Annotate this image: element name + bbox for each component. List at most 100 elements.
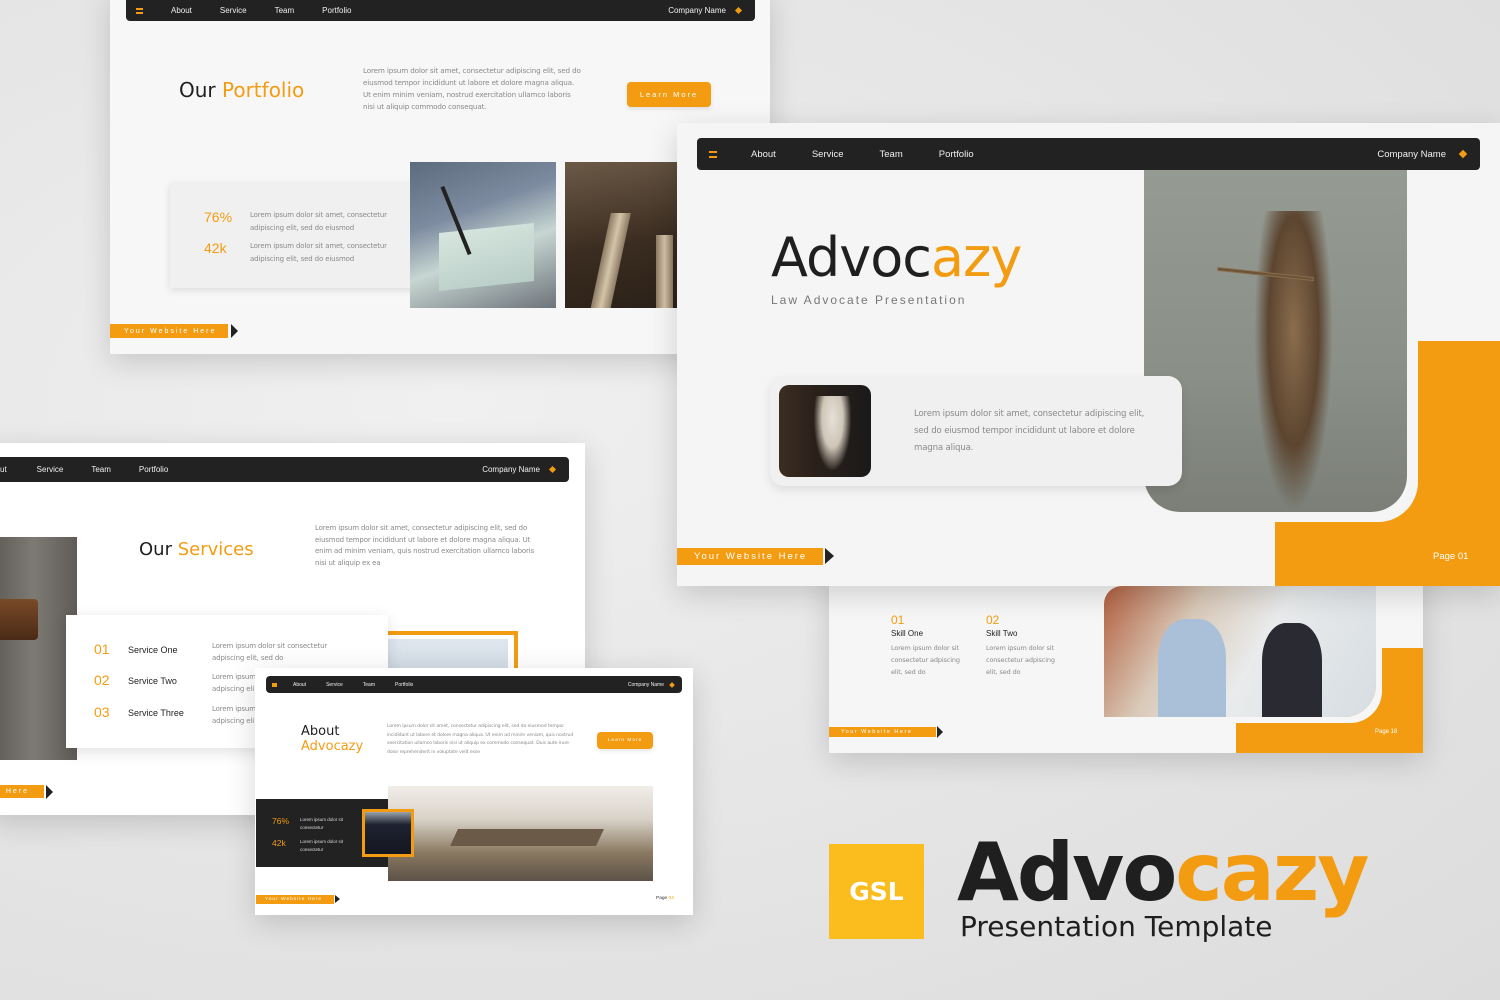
skill-item: 01 Skill One Lorem ipsum dolor sit conse…: [891, 613, 971, 678]
website-tag[interactable]: Your Website Here: [110, 324, 228, 338]
page-number: Page 01: [1433, 551, 1469, 562]
website-tag[interactable]: e Here: [0, 785, 44, 798]
arrow-icon: [231, 324, 238, 338]
arrow-icon: [937, 726, 943, 738]
page-number: Page 18: [1375, 729, 1398, 735]
nav-portfolio[interactable]: Portfolio: [395, 682, 413, 688]
stats-card: 76% Lorem ipsum dolor sit amet, consecte…: [170, 183, 428, 288]
portfolio-body: Lorem ipsum dolor sit amet, consectetur …: [363, 66, 581, 111]
nav-team[interactable]: Team: [880, 149, 903, 160]
service-row: 03 Service Three Lorem ipsum adpiscing e…: [94, 704, 262, 727]
skill-name: Skill One: [891, 629, 924, 638]
services-title: Our Services: [139, 539, 254, 560]
nav-service[interactable]: Service: [326, 682, 343, 688]
nav-about[interactable]: About: [751, 149, 776, 160]
arrow-icon: [825, 548, 834, 564]
skill-text: Lorem ipsum dolor sit consectetur adpisc…: [986, 644, 1055, 677]
website-tag[interactable]: Your Website Here: [256, 895, 334, 904]
nav-portfolio[interactable]: Portfolio: [939, 149, 974, 160]
high-five-photo: [1104, 586, 1376, 717]
diamond-icon: [669, 681, 675, 688]
stat-row: 76% Lorem ipsum dolor sit amet, consecte…: [204, 209, 400, 236]
service-number: 01: [94, 641, 110, 657]
company-name: Company Name: [1377, 148, 1446, 160]
skill-number: 01: [891, 613, 905, 627]
gsl-label: GSL: [849, 877, 904, 906]
diamond-icon: [734, 6, 743, 15]
navbar: About Service Team Portfolio Company Nam…: [266, 676, 682, 693]
service-row: 01 Service One Lorem ipsum dolor sit con…: [94, 641, 337, 664]
brand-title: Advocazy: [957, 826, 1369, 919]
page-number: Page 04: [656, 896, 674, 901]
intro-text: Lorem ipsum dolor sit amet, consectetur …: [914, 409, 1145, 453]
service-number: 03: [94, 704, 110, 720]
nav-team[interactable]: Team: [363, 682, 375, 688]
nav-service[interactable]: Service: [220, 6, 247, 15]
skill-item: 02 Skill Two Lorem ipsum dolor sit conse…: [986, 613, 1066, 678]
lady-justice-photo: [1144, 170, 1407, 512]
diamond-icon: [548, 465, 557, 474]
skill-name: Skill Two: [986, 629, 1018, 638]
slide-skills: 01 Skill One Lorem ipsum dolor sit conse…: [829, 560, 1423, 753]
hamburger-icon[interactable]: [709, 150, 717, 158]
arrow-icon: [46, 785, 53, 799]
service-name: Service One: [128, 645, 178, 655]
nav-portfolio[interactable]: Portfolio: [322, 6, 351, 15]
stat-value: 76%: [204, 209, 233, 225]
nav-about[interactable]: About: [171, 6, 192, 15]
nav-about[interactable]: ut: [0, 465, 7, 474]
cover-title: Advocazy: [771, 226, 1022, 289]
nav-team[interactable]: Team: [275, 6, 295, 15]
about-body: Lorem ipsum dolor sit amet, consectetur …: [387, 724, 574, 756]
gsl-badge: GSL: [829, 844, 924, 939]
services-body: Lorem ipsum dolor sit amet, consectetur …: [315, 524, 535, 567]
intro-card: Lorem ipsum dolor sit amet, consectetur …: [770, 376, 1182, 486]
hamburger-icon[interactable]: [136, 7, 143, 14]
service-number: 02: [94, 672, 110, 688]
nav-service[interactable]: Service: [37, 465, 64, 474]
bust-photo: [779, 385, 871, 477]
company-name: Company Name: [482, 465, 540, 474]
service-name: Service Three: [128, 708, 184, 718]
stat-row: 42k Lorem ipsum dolor sit amet, consecte…: [204, 240, 400, 267]
website-tag[interactable]: Your Website Here: [829, 727, 936, 737]
about-title: About Advocazy: [301, 724, 364, 754]
stat-value: 42k: [204, 240, 227, 256]
stat-value: 42k: [272, 838, 286, 848]
company-name: Company Name: [627, 681, 664, 688]
skill-number: 02: [986, 613, 1000, 627]
hamburger-icon[interactable]: [272, 682, 277, 687]
nav-about[interactable]: About: [293, 682, 306, 688]
nav-service[interactable]: Service: [812, 149, 844, 160]
writing-photo: [410, 162, 556, 308]
slide-portfolio: About Service Team Portfolio Company Nam…: [110, 0, 770, 354]
stat-text: Lorem ipsum dolor sit consectetur: [300, 817, 344, 831]
stat-text: Lorem ipsum dolor sit amet, consectetur …: [250, 242, 387, 264]
portfolio-title: Our Portfolio: [179, 78, 305, 102]
navbar: ut Service Team Portfolio Company Name: [0, 457, 569, 482]
slide-cover: About Service Team Portfolio Company Nam…: [677, 123, 1500, 586]
learn-more-button[interactable]: Learn More: [627, 82, 711, 107]
skill-text: Lorem ipsum dolor sit consectetur adpisc…: [891, 644, 960, 677]
stat-text: Lorem ipsum dolor sit amet, consectetur …: [250, 211, 387, 233]
stat-text: Lorem ipsum dolor sit consectetur: [300, 839, 344, 853]
navbar: About Service Team Portfolio Company Nam…: [697, 138, 1480, 170]
brand-subtitle: Presentation Template: [960, 910, 1273, 943]
cover-subtitle: Law Advocate Presentation: [771, 293, 967, 307]
nav-portfolio[interactable]: Portfolio: [139, 465, 168, 474]
boardroom-photo: [388, 786, 653, 881]
stat-value: 76%: [272, 816, 290, 826]
businessman-photo: [362, 809, 414, 857]
arrow-icon: [335, 895, 340, 903]
learn-more-button[interactable]: Learn More: [597, 732, 653, 749]
slide-about: About Service Team Portfolio Company Nam…: [255, 668, 693, 915]
website-tag[interactable]: Your Website Here: [677, 548, 823, 565]
diamond-icon: [1458, 149, 1468, 159]
navbar: About Service Team Portfolio Company Nam…: [126, 0, 755, 21]
service-row: 02 Service Two Lorem ipsum adpiscing eli: [94, 672, 262, 695]
company-name: Company Name: [668, 6, 726, 15]
service-name: Service Two: [128, 676, 177, 686]
service-text: Lorem ipsum dolor sit consectetur adpisc…: [212, 642, 328, 662]
stat-row: 76% Lorem ipsum dolor sit consectetur: [272, 816, 350, 832]
nav-team[interactable]: Team: [91, 465, 111, 474]
